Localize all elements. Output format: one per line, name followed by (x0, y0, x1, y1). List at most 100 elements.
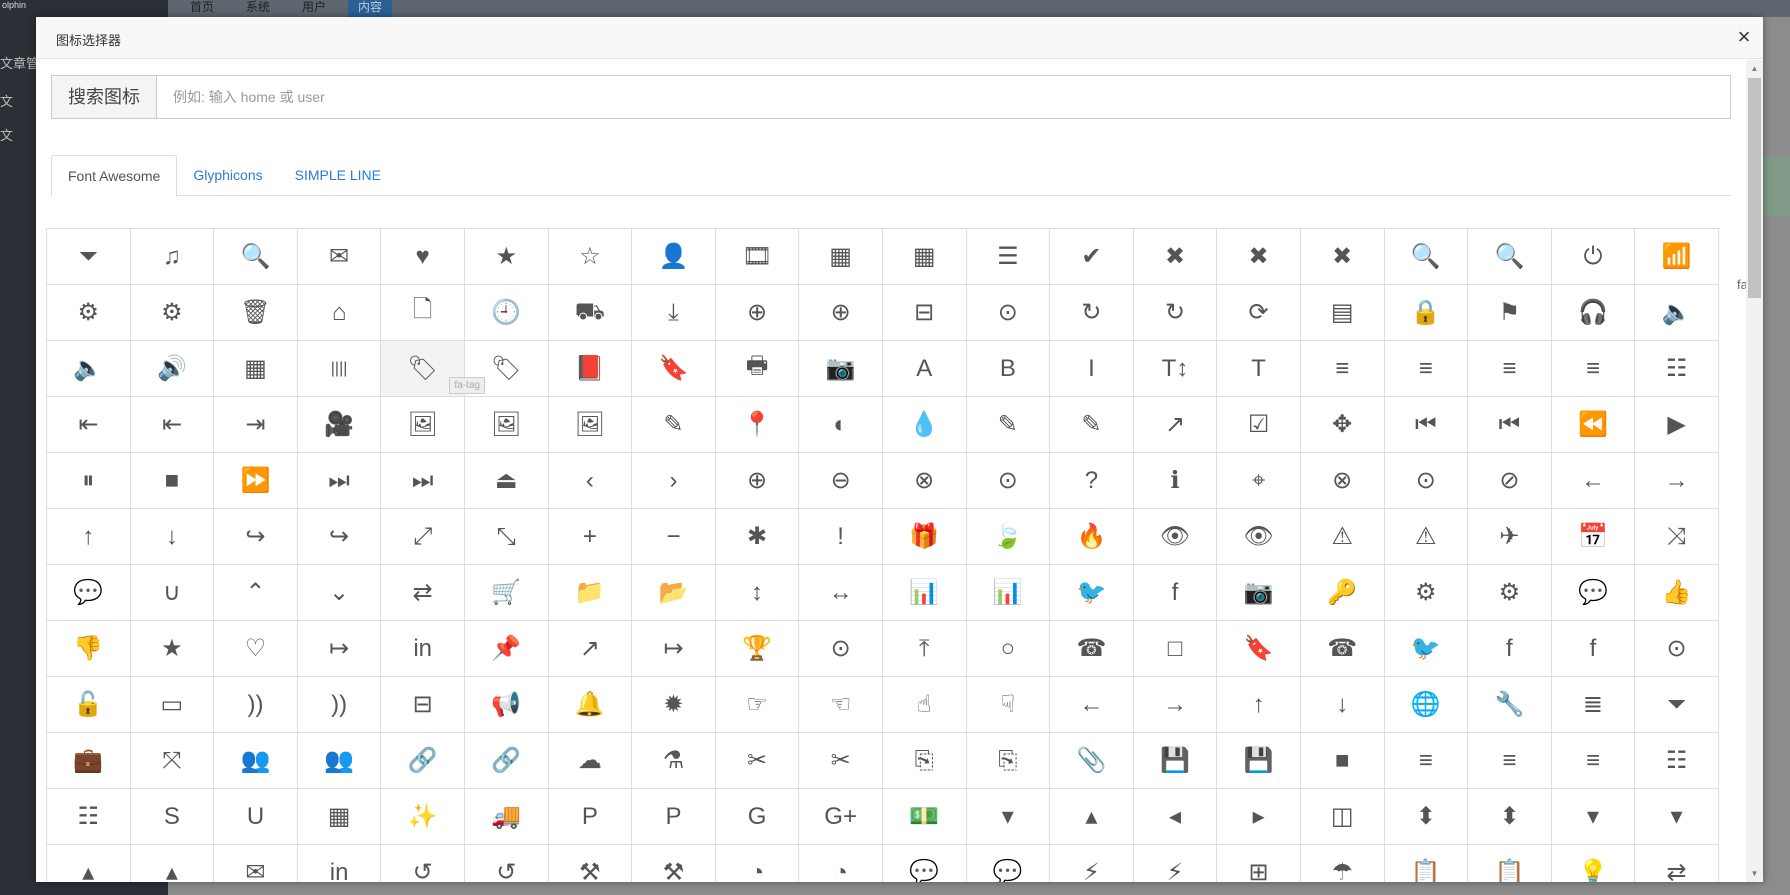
icon-cell[interactable]: ⊙ (799, 621, 883, 677)
icon-cell[interactable]: 📋 (1468, 845, 1552, 882)
icon-cell[interactable]: 👁 (1217, 509, 1301, 565)
icon-cell[interactable]: |||| (297, 341, 382, 397)
icon-cell[interactable]: 🕘 (464, 285, 549, 341)
icon-cell[interactable]: ○ (966, 621, 1051, 677)
icon-cell[interactable]: P (548, 789, 633, 845)
icon-cell[interactable]: ⬍ (1468, 789, 1552, 845)
search-input[interactable] (157, 76, 1730, 118)
icon-cell[interactable]: ⊗ (1300, 453, 1385, 509)
icon-cell[interactable]: ☷ (1635, 733, 1719, 789)
icon-cell[interactable]: I (1050, 341, 1134, 397)
icon-cell[interactable]: ▴ (1050, 789, 1134, 845)
icon-cell[interactable]: ⤢ (381, 509, 465, 565)
icon-cell[interactable]: 🔈 (1635, 285, 1719, 341)
icon-cell[interactable]: ▴ (47, 845, 131, 882)
icon-cell[interactable]: ☷ (1635, 341, 1719, 397)
icon-cell[interactable]: ✎ (966, 397, 1051, 453)
icon-cell[interactable]: ≡ (1551, 733, 1636, 789)
icon-cell[interactable]: ⇤ (47, 397, 131, 453)
icon-cell[interactable]: ↺ (465, 845, 549, 882)
icon-cell[interactable]: ≡ (1551, 341, 1636, 397)
icon-cell[interactable]: ≡ (1384, 341, 1469, 397)
icon-cell[interactable]: )) (297, 677, 382, 733)
icon-cell[interactable]: ↪ (297, 509, 382, 565)
icon-cell[interactable]: ⊟ (882, 285, 967, 341)
icon-cell[interactable]: ⊘ (1468, 453, 1552, 509)
icon-cell[interactable]: ⇥ (214, 397, 298, 453)
icon-cell[interactable]: ⚙ (47, 285, 131, 341)
icon-cell[interactable]: 💡 (1552, 845, 1636, 882)
icon-cell[interactable]: G+ (799, 789, 883, 845)
icon-cell[interactable]: ↔ (799, 565, 883, 621)
icon-cell[interactable]: 👤 (632, 229, 716, 285)
icon-cell[interactable]: ⇄ (381, 565, 465, 621)
icon-cell[interactable]: 🎁 (882, 509, 967, 565)
icon-cell[interactable]: 🔥 (1050, 509, 1134, 565)
icon-cell[interactable]: 📁 (548, 565, 633, 621)
icon-cell[interactable]: ◫ (1300, 789, 1385, 845)
icon-cell[interactable]: › (632, 453, 716, 509)
icon-cell[interactable]: ⌖ (1217, 453, 1301, 509)
icon-cell[interactable]: 💵 (882, 789, 967, 845)
icon-cell[interactable]: ⊟ (381, 677, 465, 733)
icon-cell[interactable]: ☝ (882, 677, 967, 733)
icon-cell[interactable]: ⚒ (632, 845, 716, 882)
icon-cell[interactable]: ⎘ (882, 733, 967, 789)
icon-cell[interactable]: ⌃ (214, 565, 298, 621)
icon-cell[interactable]: ⟳ (1217, 285, 1301, 341)
icon-cell[interactable]: 🔖 (1217, 621, 1301, 677)
icon-cell[interactable]: 👎 (47, 621, 131, 677)
icon-cell[interactable]: 🔊 (130, 341, 215, 397)
icon-cell[interactable]: ◂ (1133, 789, 1218, 845)
icon-cell[interactable]: ✎ (1050, 397, 1134, 453)
icon-cell[interactable]: 📋 (1385, 845, 1469, 882)
icon-cell[interactable]: ⊙ (1635, 621, 1719, 677)
icon-cell[interactable]: ✹ (632, 677, 716, 733)
icon-cell[interactable]: 🔍 (214, 229, 298, 285)
icon-cell[interactable]: ↦ (632, 621, 716, 677)
icon-cell[interactable]: 👁 (1133, 509, 1218, 565)
icon-cell[interactable]: ⏭ (297, 453, 382, 509)
icon-cell[interactable]: 🚚 (464, 789, 549, 845)
icon-cell[interactable]: ⊖ (799, 453, 883, 509)
icon-cell[interactable]: ⊕ (715, 453, 800, 509)
icon-cell[interactable]: ⊙ (966, 453, 1051, 509)
icon-cell[interactable]: ✉ (214, 845, 298, 882)
icon-cell[interactable]: 🔗 (381, 733, 465, 789)
icon-cell[interactable]: ☁ (548, 733, 633, 789)
icon-cell[interactable]: ✔ (1050, 229, 1134, 285)
icon-cell[interactable]: 🎞 (715, 229, 800, 285)
icon-cell[interactable]: ↗ (1133, 397, 1218, 453)
tab-glyphicons[interactable]: Glyphicons (177, 155, 278, 196)
close-icon[interactable]: × (1731, 25, 1757, 51)
icon-cell[interactable]: 🗑 (214, 285, 298, 341)
icon-cell[interactable]: 🎧 (1551, 285, 1636, 341)
icon-cell[interactable]: f (1468, 621, 1552, 677)
icon-cell[interactable]: ⊞ (1217, 845, 1301, 882)
icon-cell[interactable]: 📢 (464, 677, 549, 733)
icon-cell[interactable]: ⛟ (548, 285, 633, 341)
icon-cell[interactable]: → (1133, 677, 1218, 733)
icon-cell[interactable]: ▦ (882, 229, 967, 285)
icon-cell[interactable]: ✎ (632, 397, 716, 453)
icon-cell[interactable]: ⏮ (1468, 397, 1552, 453)
icon-cell[interactable]: ? (1050, 453, 1134, 509)
icon-cell[interactable]: ★ (464, 229, 549, 285)
icon-cell[interactable]: 🏷 fa-tag (381, 341, 485, 397)
icon-cell[interactable]: ★ (130, 621, 215, 677)
icon-cell[interactable]: ▾ (1551, 789, 1636, 845)
icon-cell[interactable]: ✨ (381, 789, 465, 845)
icon-cell[interactable]: ⚗ (632, 733, 716, 789)
icon-cell[interactable]: 🖼 (464, 397, 549, 453)
icon-cell[interactable]: 👥 (214, 733, 298, 789)
icon-cell[interactable]: T (1217, 341, 1301, 397)
icon-cell[interactable]: → (1635, 453, 1719, 509)
icon-cell[interactable]: f (1133, 565, 1218, 621)
icon-cell[interactable]: 📊 (966, 565, 1051, 621)
icon-cell[interactable]: ■ (1300, 733, 1385, 789)
icon-cell[interactable]: ✥ (1300, 397, 1385, 453)
icon-cell[interactable]: 🎥 (297, 397, 382, 453)
icon-cell[interactable]: ⚑ (1468, 285, 1552, 341)
icon-cell[interactable]: ⏮ (1384, 397, 1469, 453)
icon-cell[interactable]: 🐦 (1050, 565, 1134, 621)
